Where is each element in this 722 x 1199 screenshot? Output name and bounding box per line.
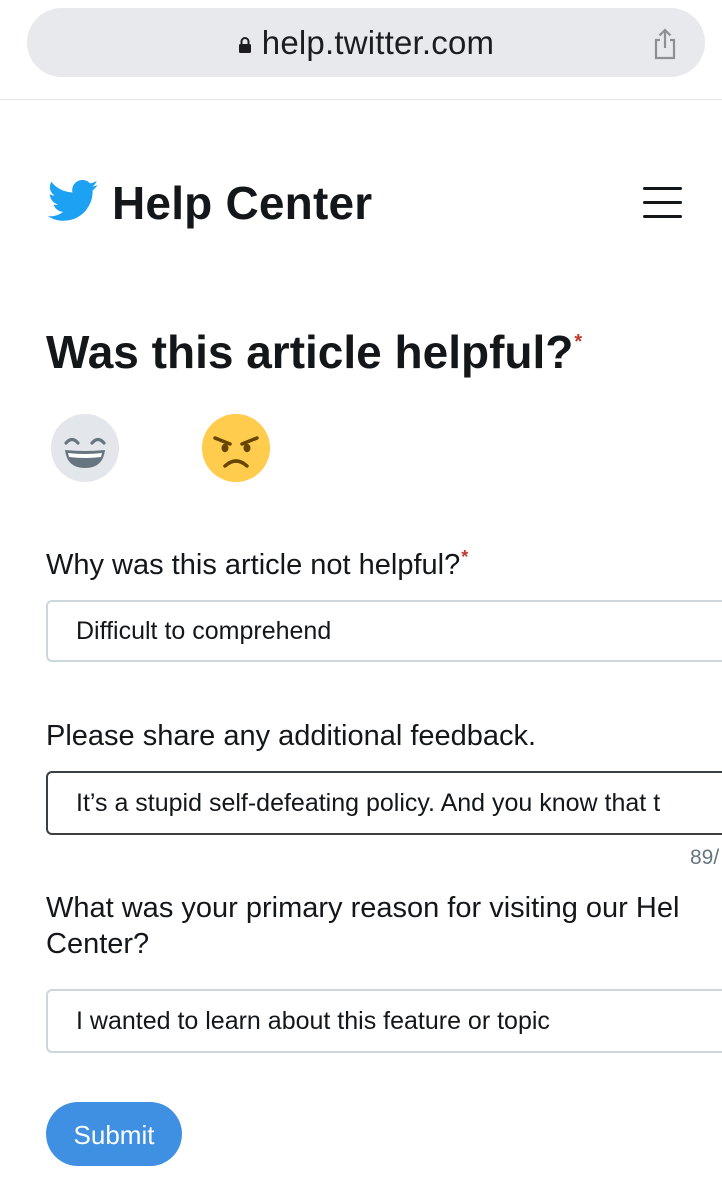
visit-reason-label-line1: What was your primary reason for visitin…	[46, 892, 680, 924]
visit-reason-label-line2: Center?	[46, 928, 150, 960]
address-bar-content: help.twitter.com	[27, 8, 705, 77]
angry-face-emoji[interactable]	[202, 414, 270, 482]
twitter-bird-icon[interactable]	[48, 179, 99, 223]
visit-reason-label: What was your primary reason for visitin…	[46, 890, 679, 962]
helpful-question: Was this article helpful?*	[46, 322, 582, 382]
grinning-face-emoji[interactable]	[51, 414, 119, 482]
submit-button[interactable]: Submit	[46, 1102, 182, 1166]
browser-toolbar: help.twitter.com	[0, 0, 722, 100]
reason-label-text: Why was this article not helpful?	[46, 549, 461, 581]
feedback-label: Please share any additional feedback.	[46, 720, 537, 752]
menu-bar-bottom	[643, 215, 682, 218]
url-text: help.twitter.com	[261, 23, 495, 61]
reason-select[interactable]: Difficult to comprehend	[46, 600, 722, 662]
page-title[interactable]: Help Center	[112, 175, 372, 231]
site-header: Help Center	[0, 165, 722, 245]
menu-bar-top	[643, 187, 682, 190]
helpful-question-text: Was this article helpful?	[46, 326, 574, 378]
menu-icon[interactable]	[643, 184, 683, 220]
feedback-textarea[interactable]: It’s a stupid self-defeating policy. And…	[46, 771, 722, 835]
reason-label: Why was this article not helpful?*	[46, 547, 468, 583]
required-asterisk: *	[574, 331, 583, 353]
character-counter: 89/	[690, 846, 720, 869]
lock-icon	[238, 36, 251, 53]
menu-bar-middle	[643, 201, 682, 204]
address-bar[interactable]: help.twitter.com	[27, 8, 705, 77]
required-asterisk: *	[461, 547, 469, 567]
share-icon[interactable]	[651, 28, 679, 60]
visit-reason-select[interactable]: I wanted to learn about this feature or …	[46, 989, 722, 1053]
